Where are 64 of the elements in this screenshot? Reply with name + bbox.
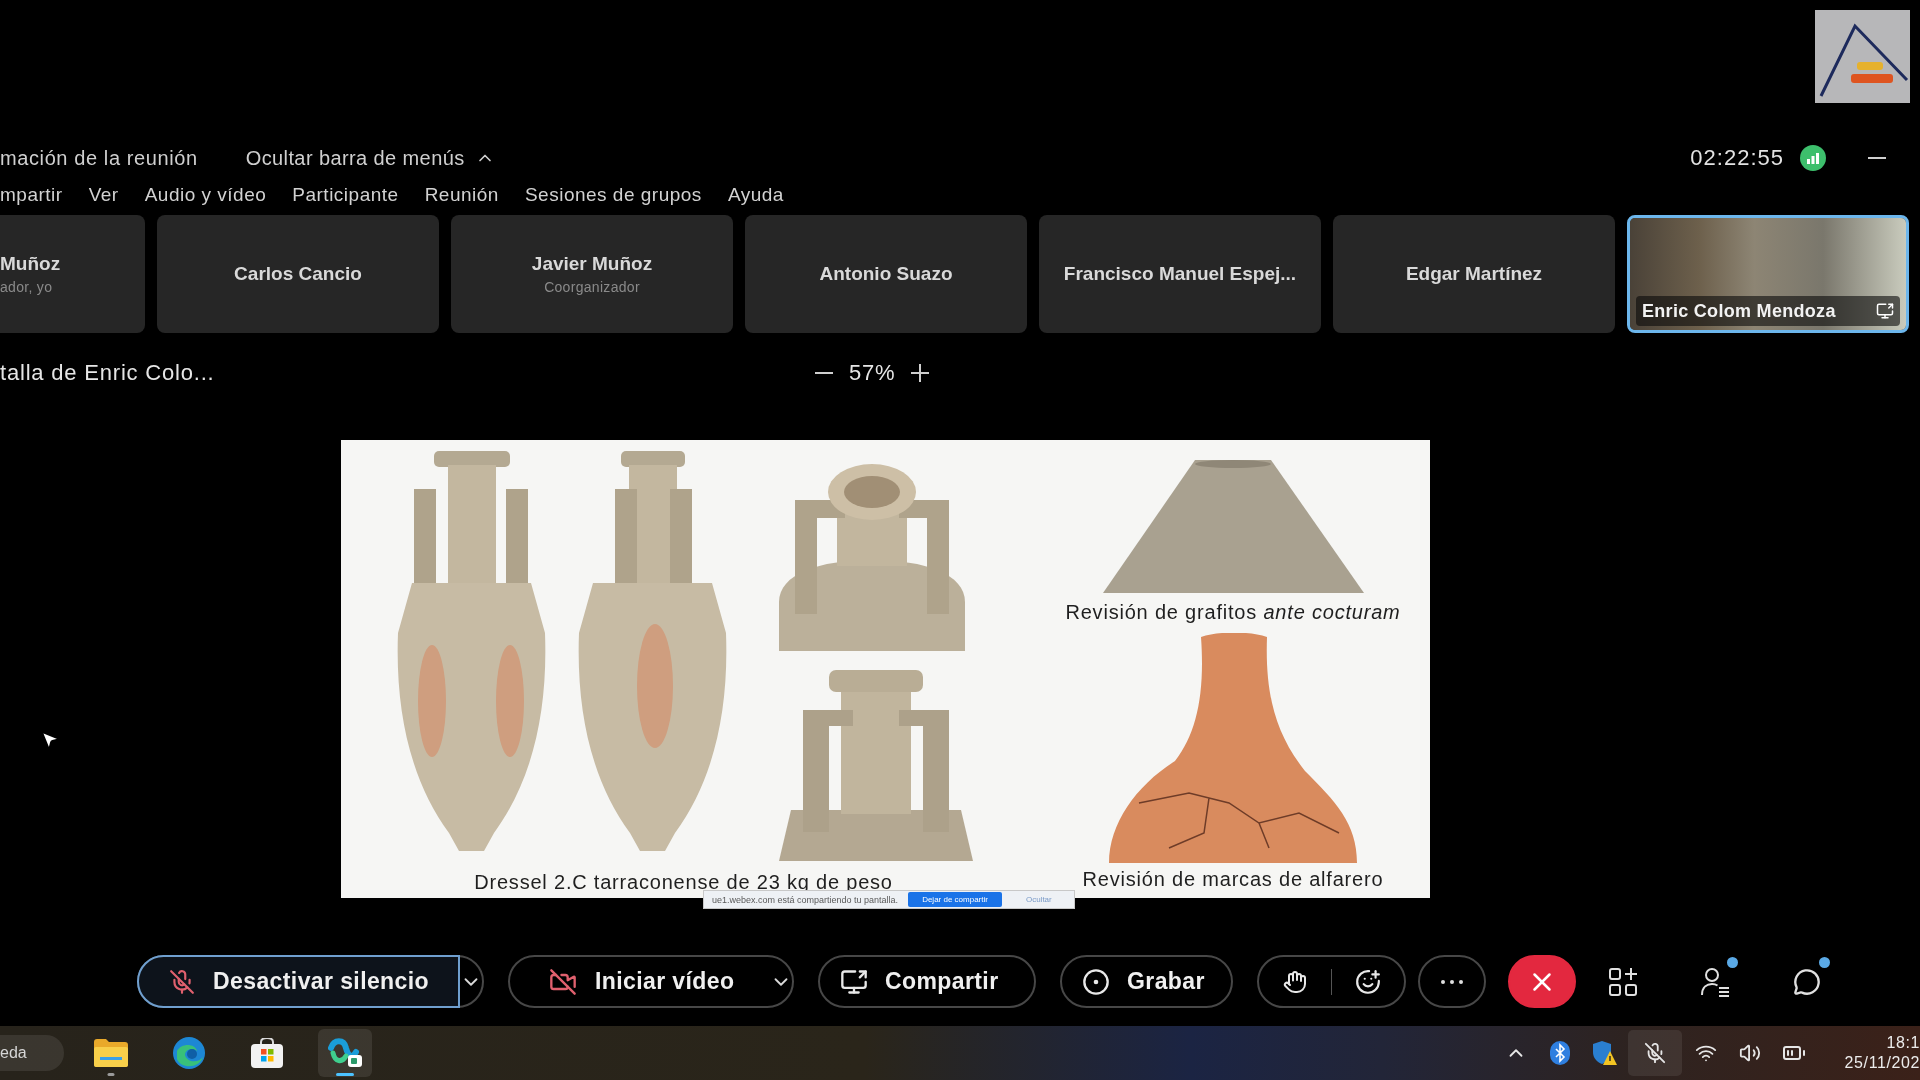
plus-icon — [911, 364, 930, 382]
grid-plus-icon — [1608, 966, 1638, 997]
participant-name: Antonio Suazo — [819, 263, 953, 285]
share-notice-text: ue1.webex.com está compartiendo tu pantalla. — [712, 894, 899, 905]
hand-icon — [1283, 969, 1307, 994]
participant-tile[interactable]: Antonio Suazo — [745, 215, 1027, 333]
browser-swirl-icon — [173, 1037, 205, 1069]
participant-tile[interactable]: Edgar Martínez — [1333, 215, 1615, 333]
participant-name: Enric Colom Mendoza — [1642, 300, 1836, 322]
clock-date: 25/11/202 — [1844, 1053, 1920, 1073]
speaker-icon — [1739, 1042, 1761, 1064]
taskbar-app-button[interactable] — [318, 1029, 372, 1077]
participant-name: Muñoz — [0, 253, 61, 275]
participant-name: Edgar Martínez — [1405, 263, 1543, 285]
slide-caption: Revisión de marcas de alfarero — [1082, 868, 1384, 890]
meeting-info-link[interactable]: mación de la reunión — [0, 146, 198, 170]
connection-signal-icon — [1800, 145, 1826, 171]
slide-caption: Revisión de grafitos ante cocturam — [1065, 601, 1401, 623]
share-button[interactable]: Compartir — [818, 955, 1036, 1008]
hide-menu-bar-button[interactable]: Ocultar barra de menús — [245, 146, 495, 170]
menu-item[interactable]: Audio y vídeo — [144, 184, 267, 206]
person-list-icon — [1700, 966, 1730, 997]
menu-item[interactable]: Sesiones de grupos — [524, 184, 702, 206]
start-video-button[interactable]: Iniciar vídeo — [508, 955, 770, 1008]
zoom-level: 57% — [849, 360, 896, 386]
leave-meeting-button[interactable] — [1508, 955, 1576, 1008]
minus-icon — [815, 372, 833, 374]
zoom-in-button[interactable] — [911, 364, 930, 382]
folder-icon — [94, 1039, 128, 1067]
bluetooth-icon — [1550, 1041, 1570, 1065]
ellipsis-icon — [1441, 979, 1463, 984]
stop-sharing-button[interactable]: Dejar de compartir — [908, 892, 1002, 907]
participant-role: ador, yo — [0, 279, 53, 295]
participant-name: Francisco Manuel Espej... — [1063, 263, 1297, 285]
participant-name: Javier Muñoz — [531, 253, 653, 275]
participant-role: Coorganizador — [544, 279, 640, 295]
participant-name: Carlos Cancio — [234, 263, 362, 285]
microphone-off-icon — [1644, 1042, 1666, 1064]
participant-tile[interactable]: Muñoz ador, yo — [0, 215, 145, 333]
clock-time: 18:1 — [1886, 1033, 1920, 1053]
record-button[interactable]: Grabar — [1060, 955, 1233, 1008]
minimize-icon — [1868, 157, 1886, 159]
menu-item[interactable]: mpartir — [0, 184, 63, 206]
camera-off-icon — [549, 967, 577, 996]
record-icon — [1082, 967, 1110, 996]
screen-share-icon — [840, 967, 868, 996]
shield-warning-icon — [1591, 1041, 1617, 1065]
menu-item[interactable]: Reunión — [424, 184, 499, 206]
participant-video-tile[interactable]: Enric Colom Mendoza — [1627, 215, 1909, 333]
participant-tile[interactable]: Carlos Cancio — [157, 215, 439, 333]
menu-item[interactable]: Participante — [292, 184, 399, 206]
meeting-timer: 02:22:55 — [1690, 145, 1784, 171]
chat-bubble-icon — [1793, 967, 1821, 996]
microphone-off-icon — [169, 968, 195, 995]
store-bag-icon — [251, 1038, 283, 1068]
unmute-button[interactable]: Desactivar silencio — [137, 955, 460, 1008]
webex-app-icon — [328, 1038, 362, 1068]
smiley-plus-icon — [1355, 968, 1381, 995]
tray-button[interactable] — [1628, 1030, 1682, 1076]
menu-item[interactable]: Ayuda — [727, 184, 784, 206]
participant-tile[interactable]: Francisco Manuel Espej... — [1039, 215, 1321, 333]
shared-screen-title: talla de Enric Colo... — [0, 360, 216, 386]
participant-tile[interactable]: Javier Muñoz Coorganizador — [451, 215, 733, 333]
menu-item[interactable]: Ver — [88, 184, 119, 206]
